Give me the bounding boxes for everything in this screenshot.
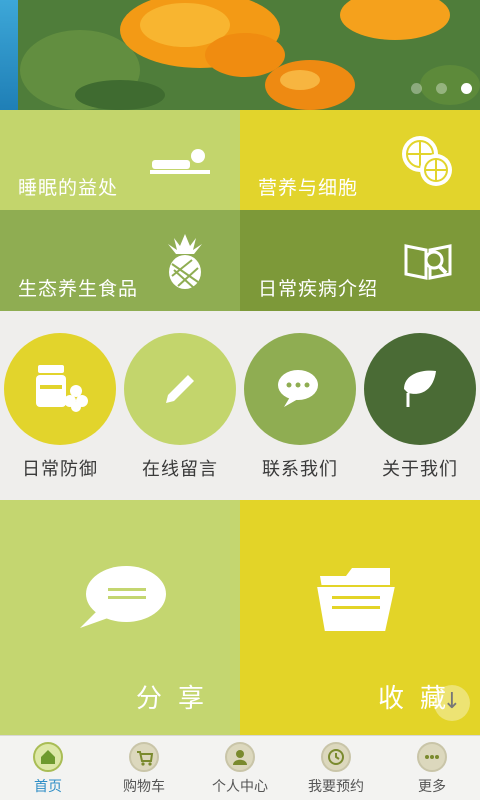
- tile-label: 生态养生食品: [18, 278, 139, 300]
- action-label: 日常防御: [22, 459, 98, 480]
- share-tile[interactable]: 分享: [0, 500, 240, 735]
- home-icon: [33, 742, 63, 772]
- tile-sleep-benefits[interactable]: 睡眠的益处: [0, 110, 240, 210]
- action-label: 关于我们: [382, 459, 458, 480]
- sleeping-person-icon: [150, 149, 210, 174]
- chat-bubble-icon: [278, 370, 318, 407]
- action-label: 在线留言: [142, 459, 218, 480]
- share-label: 分享: [136, 684, 221, 714]
- folder-icon: [316, 568, 398, 633]
- action-label: 联系我们: [262, 459, 338, 480]
- flower-photo: [18, 0, 480, 110]
- circle-button[interactable]: [364, 333, 476, 445]
- speech-bubble-icon: [80, 566, 166, 628]
- nav-label: 购物车: [123, 779, 165, 795]
- circle-button[interactable]: [244, 333, 356, 445]
- pencil-icon: [166, 375, 194, 403]
- banner-carousel[interactable]: [0, 0, 480, 110]
- tile-eco-health-food[interactable]: 生态养生食品: [0, 210, 240, 311]
- clock-icon: [321, 742, 351, 772]
- leaf-icon: [404, 370, 436, 407]
- tile-common-diseases[interactable]: 日常疾病介绍: [240, 210, 480, 311]
- nav-home[interactable]: 首页: [0, 736, 96, 800]
- lemon-slices-icon: [402, 136, 452, 186]
- circle-button[interactable]: [4, 333, 116, 445]
- action-leave-message[interactable]: 在线留言: [122, 333, 238, 481]
- carousel-dot[interactable]: [411, 83, 422, 94]
- nav-appointment[interactable]: 我要预约: [288, 736, 384, 800]
- action-contact-us[interactable]: 联系我们: [242, 333, 358, 481]
- app-screen: 睡眠的益处 营养与细胞 生态养生食品 日常疾病介绍 日常防御 在线留言 联系我们…: [0, 0, 480, 800]
- carousel-dot-active[interactable]: [461, 83, 472, 94]
- nav-label: 个人中心: [212, 779, 268, 795]
- cart-icon: [129, 742, 159, 772]
- nav-cart[interactable]: 购物车: [96, 736, 192, 800]
- nav-label: 我要预约: [308, 779, 364, 795]
- user-icon: [225, 742, 255, 772]
- favorite-tile[interactable]: 收藏 ↓: [240, 500, 480, 735]
- tile-label: 睡眠的益处: [18, 177, 119, 199]
- pineapple-icon: [168, 234, 202, 289]
- tile-label: 营养与细胞: [258, 177, 359, 199]
- book-magnifier-icon: [404, 244, 452, 280]
- action-about-us[interactable]: 关于我们: [362, 333, 478, 481]
- bottom-navigation: 首页 购物车 个人中心 我要预约 更多: [0, 735, 480, 800]
- tile-nutrition-cells[interactable]: 营养与细胞: [240, 110, 480, 210]
- action-daily-defense[interactable]: 日常防御: [2, 333, 118, 481]
- carousel-dot[interactable]: [436, 83, 447, 94]
- nav-label: 更多: [418, 779, 446, 795]
- quick-actions-row: 日常防御 在线留言 联系我们 关于我们: [0, 311, 480, 500]
- nav-more[interactable]: 更多: [384, 736, 480, 800]
- tile-label: 日常疾病介绍: [258, 278, 379, 300]
- more-icon: [417, 742, 447, 772]
- supplement-jar-icon: [36, 365, 88, 412]
- carousel-indicator: [411, 83, 472, 94]
- nav-label: 首页: [34, 779, 62, 795]
- scroll-down-icon[interactable]: ↓: [434, 685, 470, 721]
- nav-profile[interactable]: 个人中心: [192, 736, 288, 800]
- circle-button[interactable]: [124, 333, 236, 445]
